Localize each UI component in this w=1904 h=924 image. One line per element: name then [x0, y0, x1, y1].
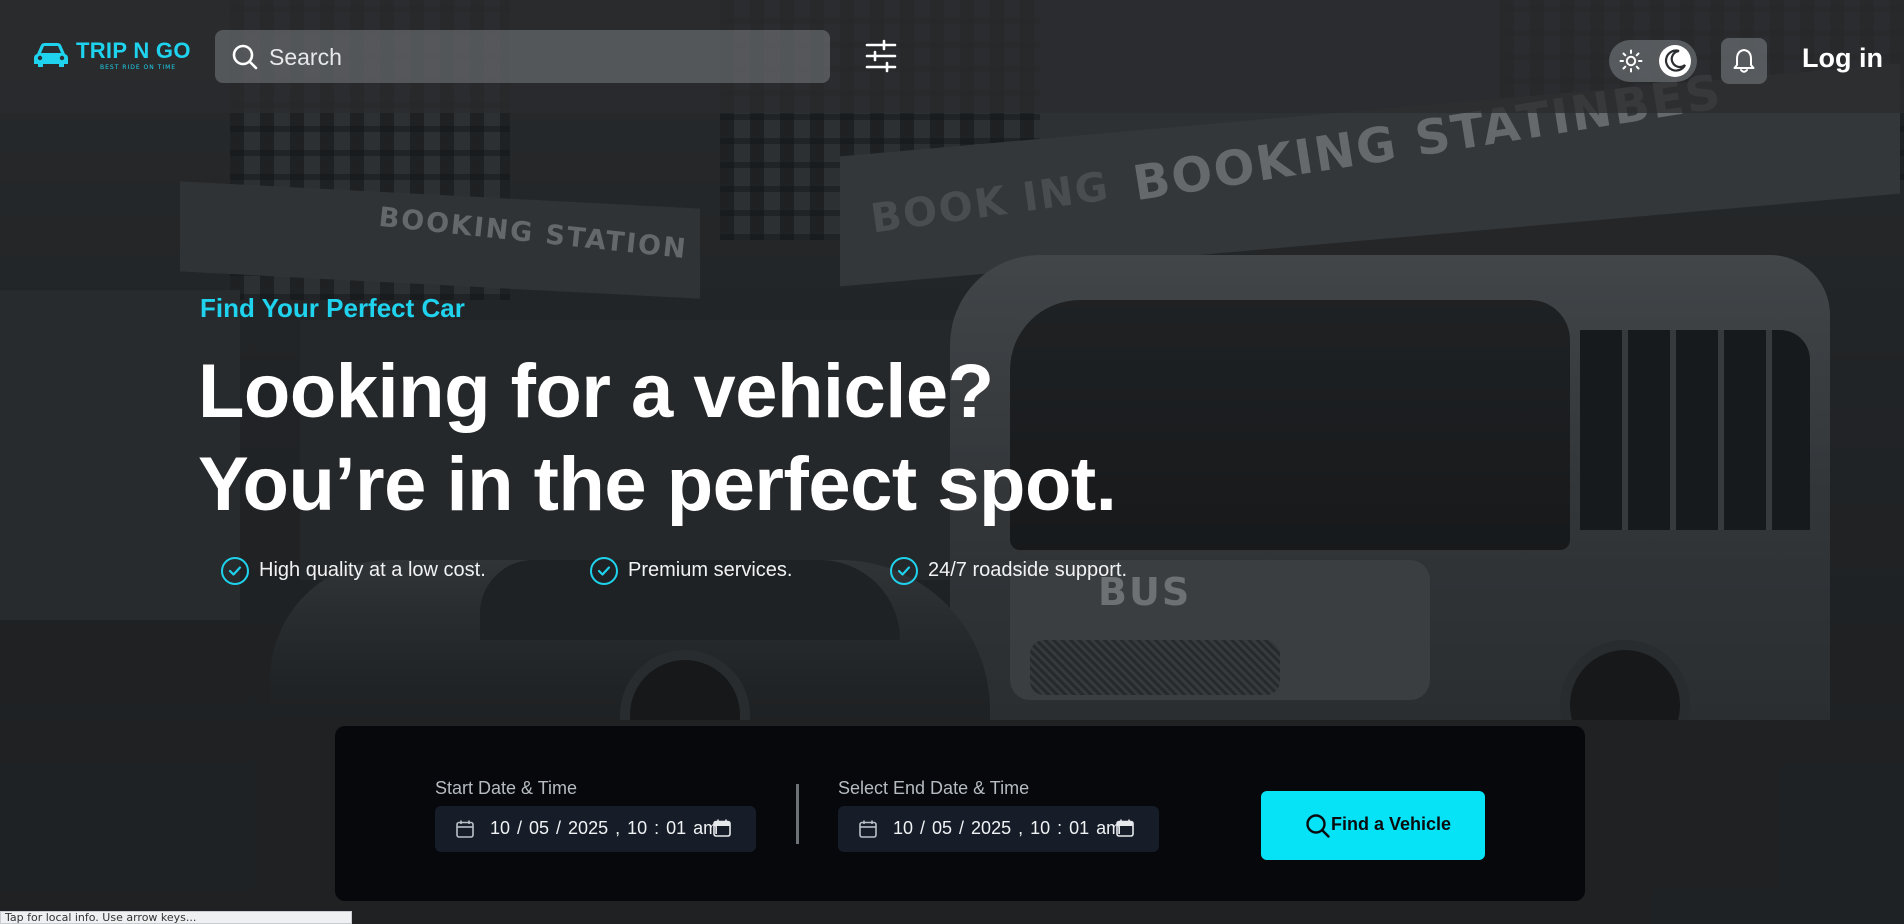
end-datetime-input[interactable]: 10 / 05 / 2025 , 10 : 01 am — [838, 806, 1159, 852]
check-circle-icon — [221, 557, 249, 585]
browser-status-bar: Tap for local info. Use arrow keys... — [0, 911, 352, 924]
hero-headline-line2: You’re in the perfect spot. — [198, 442, 1117, 527]
moon-icon[interactable] — [1659, 45, 1691, 77]
booking-panel: Start Date & Time 10 / 05 / 2025 , 10 : … — [335, 726, 1585, 901]
top-navbar: TRIP N GO BEST RIDE ON TIME Search Log i… — [0, 0, 1904, 113]
car-icon — [34, 43, 68, 67]
login-link[interactable]: Log in — [1802, 43, 1883, 74]
hero-eyebrow: Find Your Perfect Car — [200, 293, 465, 323]
hero-headline: Looking for a vehicle? You’re in the per… — [198, 345, 1117, 531]
feature-list: High quality at a low cost. Premium serv… — [221, 555, 1221, 589]
calendar-icon — [456, 820, 474, 838]
find-vehicle-button[interactable]: Find a Vehicle — [1261, 791, 1485, 860]
sun-icon[interactable] — [1619, 49, 1643, 73]
find-vehicle-label: Find a Vehicle — [1331, 814, 1452, 834]
sliders-icon — [865, 39, 897, 73]
feature-label: High quality at a low cost. — [259, 559, 486, 581]
brand-tagline: BEST RIDE ON TIME — [100, 64, 177, 71]
field-divider — [796, 784, 799, 844]
search-icon — [232, 44, 258, 70]
start-datetime-label: Start Date & Time — [435, 778, 578, 798]
theme-toggle[interactable] — [1609, 40, 1697, 82]
calendar-picker-icon[interactable] — [712, 818, 732, 838]
calendar-icon — [859, 820, 877, 838]
check-circle-icon — [890, 557, 918, 585]
start-datetime-value[interactable]: 10 / 05 / 2025 , 10 : 01 am — [490, 818, 718, 839]
hero-headline-line1: Looking for a vehicle? — [198, 349, 994, 434]
feature-label: Premium services. — [628, 559, 793, 581]
status-text: Tap for local info. Use arrow keys... — [5, 911, 197, 924]
end-datetime-value[interactable]: 10 / 05 / 2025 , 10 : 01 am — [893, 818, 1121, 839]
search-bar[interactable] — [215, 30, 830, 85]
brand-logo[interactable]: TRIP N GO BEST RIDE ON TIME — [32, 38, 192, 74]
search-input[interactable] — [267, 30, 811, 85]
feature-label: 24/7 roadside support. — [928, 559, 1128, 581]
calendar-picker-icon[interactable] — [1115, 818, 1135, 838]
search-icon — [1306, 814, 1330, 838]
start-datetime-input[interactable]: 10 / 05 / 2025 , 10 : 01 am — [435, 806, 756, 852]
notifications-button[interactable] — [1721, 38, 1767, 84]
bell-icon — [1733, 49, 1755, 73]
brand-name: TRIP N GO — [76, 38, 191, 63]
filter-button[interactable] — [862, 38, 900, 74]
check-circle-icon — [590, 557, 618, 585]
end-datetime-label: Select End Date & Time — [838, 778, 1030, 798]
